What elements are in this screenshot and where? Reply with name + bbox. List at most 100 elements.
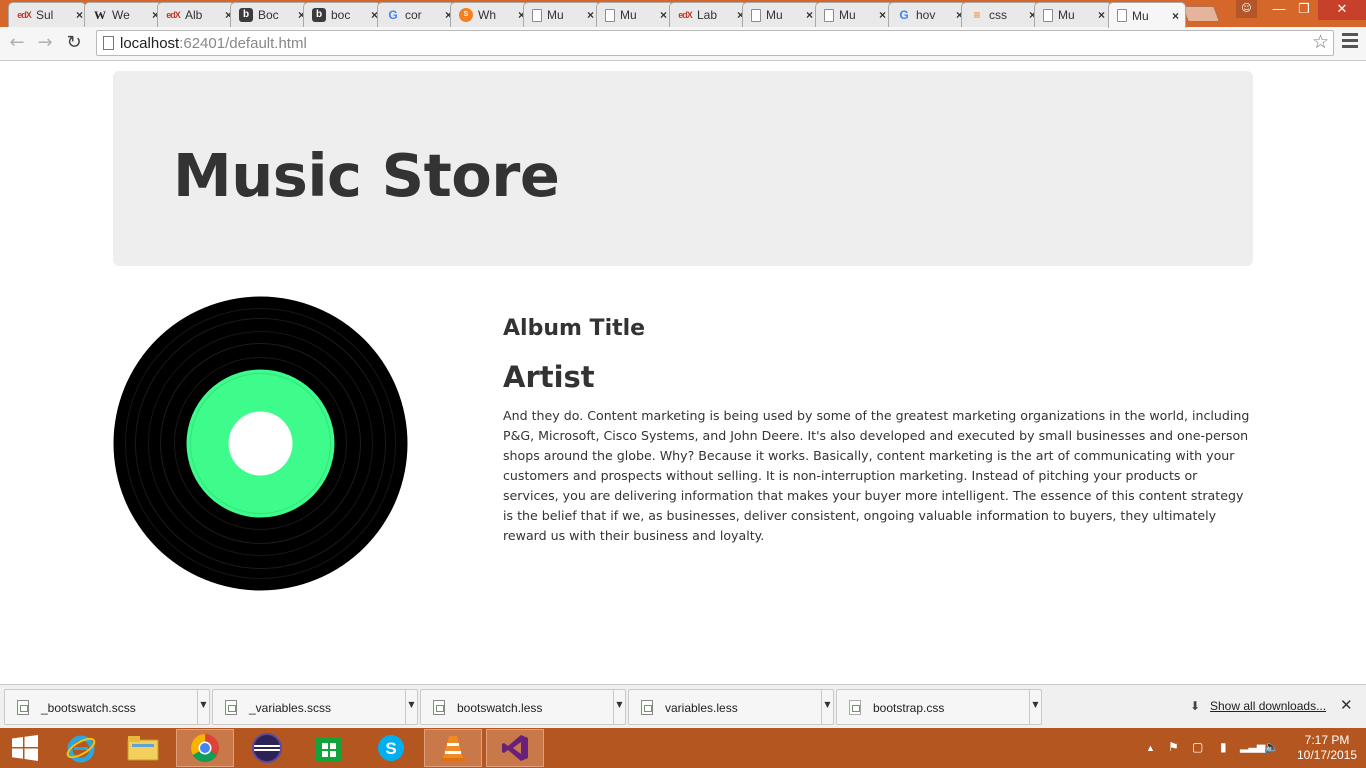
tab-title: Wh [478,8,496,22]
start-icon[interactable] [0,729,50,767]
flag-icon[interactable]: ⚑ [1168,740,1179,754]
close-icon[interactable]: × [76,8,83,22]
page-icon [1117,9,1127,22]
volume-icon[interactable]: 🔈 [1264,740,1279,754]
minimize-icon[interactable]: — [1264,0,1294,20]
tab-1[interactable]: edX Sul × [8,2,86,27]
file-explorer-icon[interactable] [114,729,172,767]
download-filename: variables.less [665,701,738,715]
stackoverflow-icon: ≡ [973,8,981,22]
tab-title: Lab [697,8,718,22]
tab-title: Mu [547,8,564,22]
download-filename: _bootswatch.scss [41,701,136,715]
chevron-down-icon[interactable]: ▼ [197,690,209,724]
artist-name: Artist [503,360,595,394]
url-path: :62401/default.html [179,35,307,52]
tab-7[interactable]: S Wh × [450,2,528,27]
tab-15[interactable]: Mu × [1034,2,1112,27]
tab-4[interactable]: b Boc × [230,2,308,27]
download-item[interactable]: variables.less ▼ [628,689,834,725]
chevron-down-icon[interactable]: ▼ [405,690,417,724]
internet-explorer-icon[interactable] [52,729,110,767]
page-icon [103,36,114,50]
chevron-down-icon[interactable]: ▼ [613,690,625,724]
skype-icon[interactable]: S [362,729,420,767]
bootswatch-icon: b [239,8,253,22]
file-icon [225,700,237,715]
close-icon[interactable]: ✕ [1340,696,1353,714]
page-icon [824,8,834,22]
store-icon[interactable] [300,729,358,767]
system-clock[interactable]: 7:17 PM 10/17/2015 [1294,733,1360,763]
close-icon[interactable]: × [1098,8,1105,22]
tab-title: Boc [258,8,279,22]
tab-3[interactable]: edX Alb × [157,2,235,27]
download-filename: _variables.scss [249,701,332,715]
tab-9[interactable]: Mu × [596,2,674,27]
close-icon[interactable]: × [587,8,594,22]
chevron-up-icon[interactable]: ▲ [1146,743,1155,753]
stack-icon: S [459,8,473,22]
tab-title: boc [331,8,351,22]
new-tab-button[interactable] [1182,6,1220,22]
battery-icon[interactable]: ▮ [1220,740,1227,754]
download-arrow-icon: ⬇ [1190,699,1201,713]
profile-icon[interactable]: ☺ [1236,0,1257,18]
chevron-down-icon[interactable]: ▼ [1029,690,1041,724]
tab-11[interactable]: Mu × [742,2,820,27]
page-icon [605,8,615,22]
signal-icon[interactable]: ▂▃▅ [1240,740,1265,753]
windows-taskbar: S ▲ ⚑ ▢ ▮ ▂▃▅ 🔈 7:17 PM 10/17/2015 [0,728,1366,768]
forward-icon[interactable]: → [34,32,56,54]
tab-8[interactable]: Mu × [523,2,601,27]
chrome-icon[interactable] [176,729,234,767]
tab-title: hov [916,8,936,22]
file-icon [849,700,861,715]
close-icon[interactable]: × [806,8,813,22]
back-icon[interactable]: ← [6,32,28,54]
address-bar[interactable]: localhost:62401/default.html ☆ [96,30,1334,56]
tab-title: Mu [1132,8,1149,23]
page-icon [1043,8,1053,22]
chevron-down-icon[interactable]: ▼ [821,690,833,724]
close-icon[interactable]: × [879,8,886,22]
tab-13[interactable]: Ghov × [888,2,966,27]
tab-12[interactable]: Mu × [815,2,893,27]
download-item[interactable]: _variables.scss ▼ [212,689,418,725]
close-window-icon[interactable]: ✕ [1318,0,1366,20]
tab-title: Mu [1058,8,1075,22]
restore-icon[interactable]: ❐ [1294,0,1314,20]
download-filename: bootswatch.less [457,701,543,715]
bookmark-star-icon[interactable]: ☆ [1312,31,1329,53]
tab-14[interactable]: ≡ css × [961,2,1039,27]
chrome-menu-icon[interactable] [1342,33,1358,51]
google-icon: G [388,8,398,22]
tab-6[interactable]: Gcor × [377,2,455,27]
show-all-downloads-link[interactable]: Show all downloads... [1210,699,1326,713]
tab-5[interactable]: b boc × [303,2,381,27]
close-icon[interactable]: × [1172,9,1179,23]
download-shelf: _bootswatch.scss ▼ _variables.scss ▼ boots… [0,684,1366,728]
tab-title: Alb [185,8,203,22]
download-item[interactable]: bootswatch.less ▼ [420,689,626,725]
tab-title: Mu [766,8,783,22]
eclipse-icon[interactable] [238,729,296,767]
vlc-icon[interactable] [424,729,482,767]
browser-toolbar: ← → ↻ localhost:62401/default.html ☆ [0,27,1366,61]
download-item[interactable]: _bootswatch.scss ▼ [4,689,210,725]
clock-time: 7:17 PM [1304,733,1350,747]
visual-studio-icon[interactable] [486,729,544,767]
download-item[interactable]: bootstrap.css ▼ [836,689,1042,725]
tab-10[interactable]: edX Lab × [669,2,747,27]
reload-icon[interactable]: ↻ [63,32,85,54]
svg-text:S: S [385,739,396,758]
network-icon[interactable]: ▢ [1192,740,1203,754]
tab-title: We [112,8,130,22]
vinyl-record-image [113,296,408,591]
tab-title: Mu [839,8,856,22]
tab-2[interactable]: W We × [84,2,162,27]
tab-active[interactable]: Mu × [1108,2,1186,28]
google-icon: G [899,8,909,22]
bootswatch-icon: b [312,8,326,22]
close-icon[interactable]: × [660,8,667,22]
